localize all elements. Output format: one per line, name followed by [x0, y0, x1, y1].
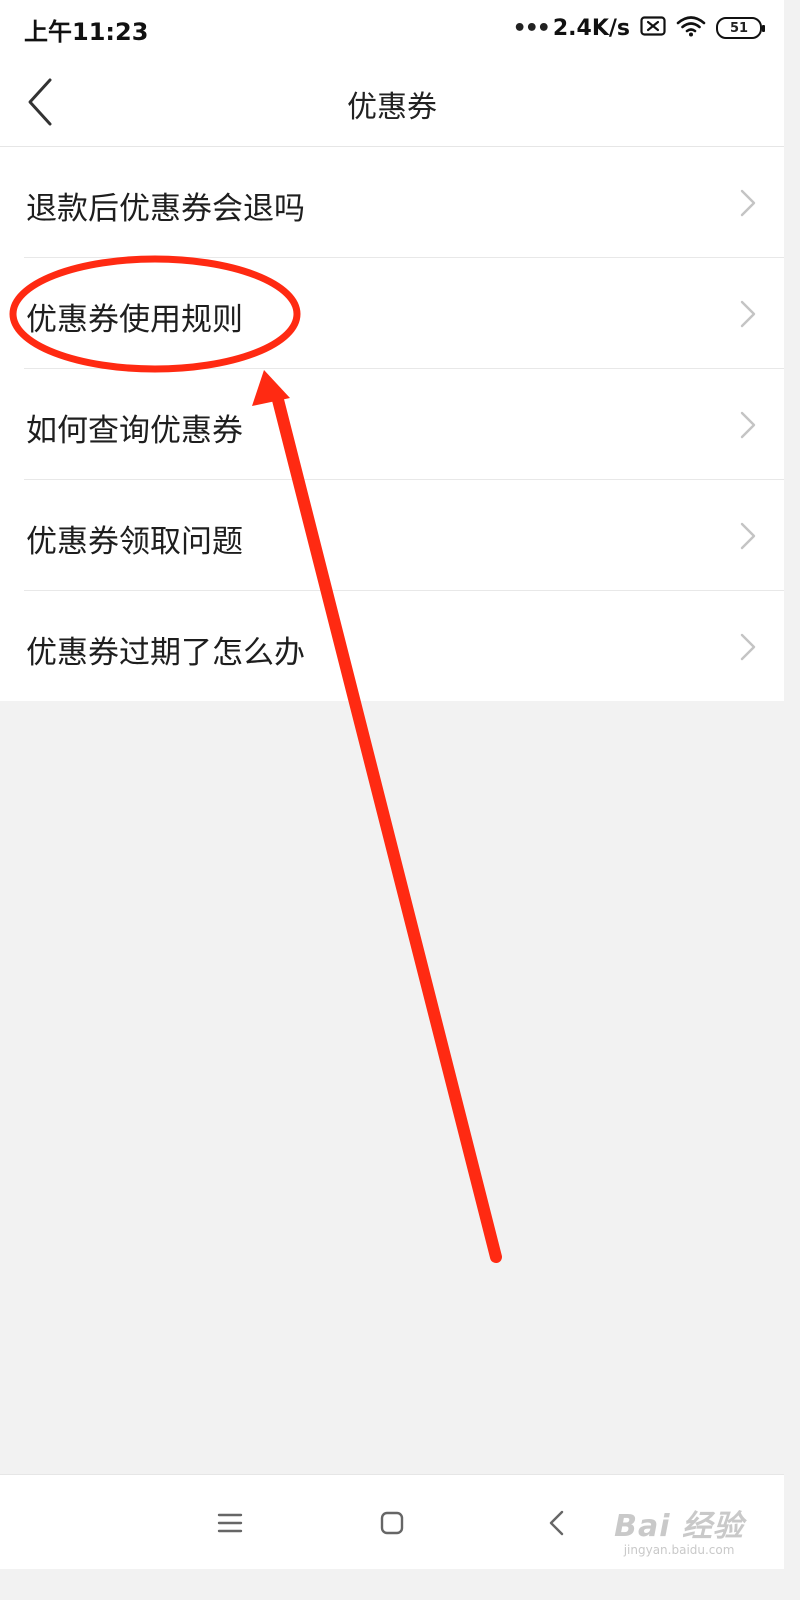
nav-home-button[interactable]	[374, 1505, 410, 1541]
sim-off-icon	[640, 16, 666, 40]
chevron-right-icon	[740, 633, 756, 661]
faq-list: 退款后优惠券会退吗 优惠券使用规则 如何查询优惠券 优惠券领取问题 优惠券过期了…	[0, 147, 784, 701]
faq-item-label: 优惠券领取问题	[26, 524, 243, 560]
faq-item-claim[interactable]: 优惠券领取问题	[24, 480, 784, 591]
watermark: Bai 经验 jingyan.baidu.com	[614, 1501, 744, 1557]
chevron-right-icon	[740, 300, 756, 328]
faq-item-query[interactable]: 如何查询优惠券	[24, 369, 784, 480]
page-title: 优惠券	[347, 90, 437, 125]
faq-item-refund[interactable]: 退款后优惠券会退吗	[24, 147, 784, 258]
menu-icon	[217, 1513, 243, 1533]
faq-item-expired[interactable]: 优惠券过期了怎么办	[24, 591, 784, 701]
network-speed: 2.4K/s	[552, 15, 630, 41]
nav-back-button[interactable]	[540, 1505, 576, 1541]
chevron-right-icon	[740, 522, 756, 550]
home-icon	[380, 1511, 404, 1535]
chevron-right-icon	[740, 411, 756, 439]
faq-item-label: 如何查询优惠券	[26, 413, 243, 449]
faq-item-usage-rules[interactable]: 优惠券使用规则	[24, 258, 784, 369]
faq-item-label: 优惠券使用规则	[26, 302, 243, 338]
system-nav-bar: Bai 经验 jingyan.baidu.com	[0, 1474, 784, 1569]
status-dots: •••	[512, 15, 551, 41]
header: 优惠券	[0, 56, 784, 147]
wifi-icon	[676, 15, 706, 41]
battery-level: 51	[729, 20, 749, 36]
watermark-url: jingyan.baidu.com	[623, 1543, 735, 1557]
status-indicators: ••• 2.4K/s 51	[512, 12, 765, 44]
chevron-right-icon	[740, 189, 756, 217]
faq-item-label: 优惠券过期了怎么办	[26, 635, 305, 671]
battery-icon: 51	[716, 17, 765, 39]
status-bar: 上午11:23 ••• 2.4K/s 51	[0, 0, 784, 56]
faq-item-label: 退款后优惠券会退吗	[26, 191, 305, 227]
back-icon	[549, 1510, 564, 1536]
nav-menu-button[interactable]	[212, 1505, 248, 1541]
empty-content-area	[0, 706, 784, 1474]
status-time: 上午11:23	[24, 18, 149, 46]
watermark-logo: Bai 经验	[614, 1509, 744, 1544]
